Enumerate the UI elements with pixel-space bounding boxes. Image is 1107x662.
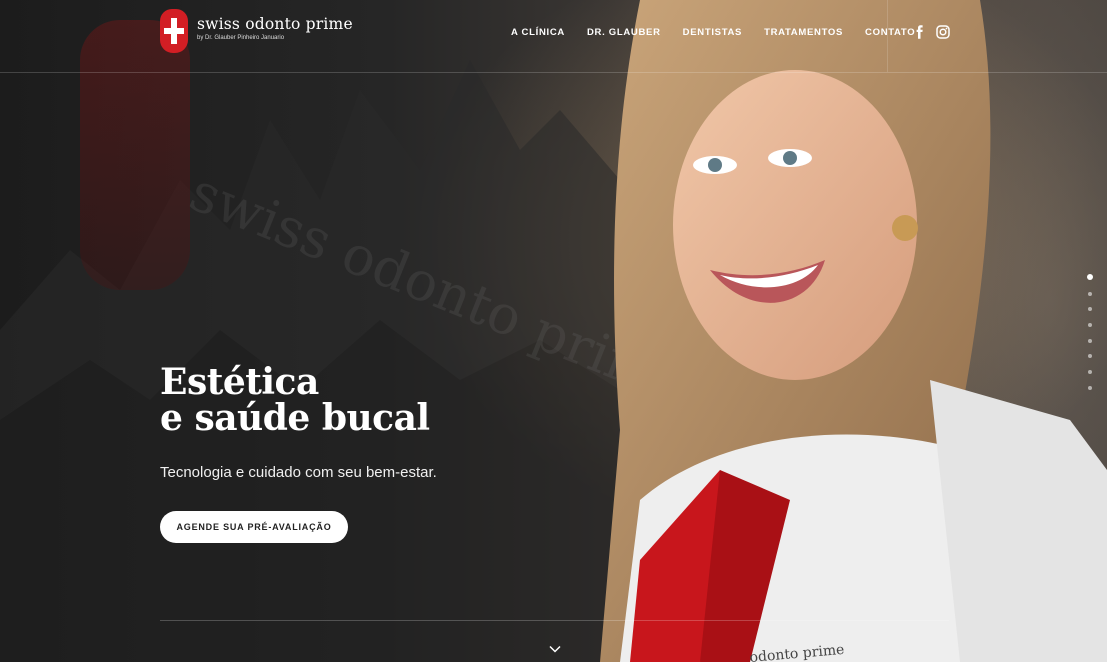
pagination-dot-5[interactable]	[1088, 338, 1092, 343]
swiss-cross-icon	[160, 9, 188, 53]
pagination-dot-7[interactable]	[1088, 370, 1092, 375]
pagination-dot-4[interactable]	[1088, 323, 1092, 328]
slide-pagination	[1087, 274, 1093, 402]
brand-tagline: by Dr. Glauber Pinheiro Januario	[197, 35, 285, 41]
main-navigation: A CLÍNICA DR. GLAUBER DENTISTAS TRATAMEN…	[511, 27, 937, 38]
schedule-evaluation-button[interactable]: AGENDE SUA PRÉ-AVALIAÇÃO	[160, 511, 348, 543]
hero-title-line-2: e saúde bucal	[160, 397, 430, 439]
instagram-icon[interactable]	[936, 25, 950, 39]
chevron-down-icon[interactable]	[549, 645, 561, 653]
site-header: swiss odonto prime by Dr. Glauber Pinhei…	[0, 0, 1107, 73]
pagination-dot-2[interactable]	[1088, 291, 1092, 296]
pagination-dot-8[interactable]	[1088, 385, 1092, 390]
brand-logo[interactable]: swiss odonto prime by Dr. Glauber Pinhei…	[160, 9, 353, 53]
nav-item-tratamentos[interactable]: TRATAMENTOS	[764, 27, 843, 38]
pagination-dot-6[interactable]	[1088, 354, 1092, 359]
brand-name: swiss odonto prime	[197, 15, 353, 33]
nav-item-dr-glauber[interactable]: DR. GLAUBER	[587, 27, 661, 38]
hero-portrait-image: odonto prime	[600, 0, 1107, 662]
hero-title-line-1: Estética	[160, 361, 319, 403]
nav-divider	[887, 0, 888, 72]
hero-title: Estética e saúde bucal	[160, 364, 430, 436]
hero-subtitle: Tecnologia e cuidado com seu bem-estar.	[160, 464, 437, 481]
pagination-dot-1[interactable]	[1087, 274, 1093, 280]
nav-item-dentistas[interactable]: DENTISTAS	[683, 27, 742, 38]
nav-item-a-clinica[interactable]: A CLÍNICA	[511, 27, 565, 38]
nav-item-contato[interactable]: CONTATO	[865, 27, 915, 38]
pagination-dot-3[interactable]	[1088, 307, 1092, 312]
section-divider	[160, 620, 949, 621]
facebook-icon[interactable]	[913, 25, 927, 39]
